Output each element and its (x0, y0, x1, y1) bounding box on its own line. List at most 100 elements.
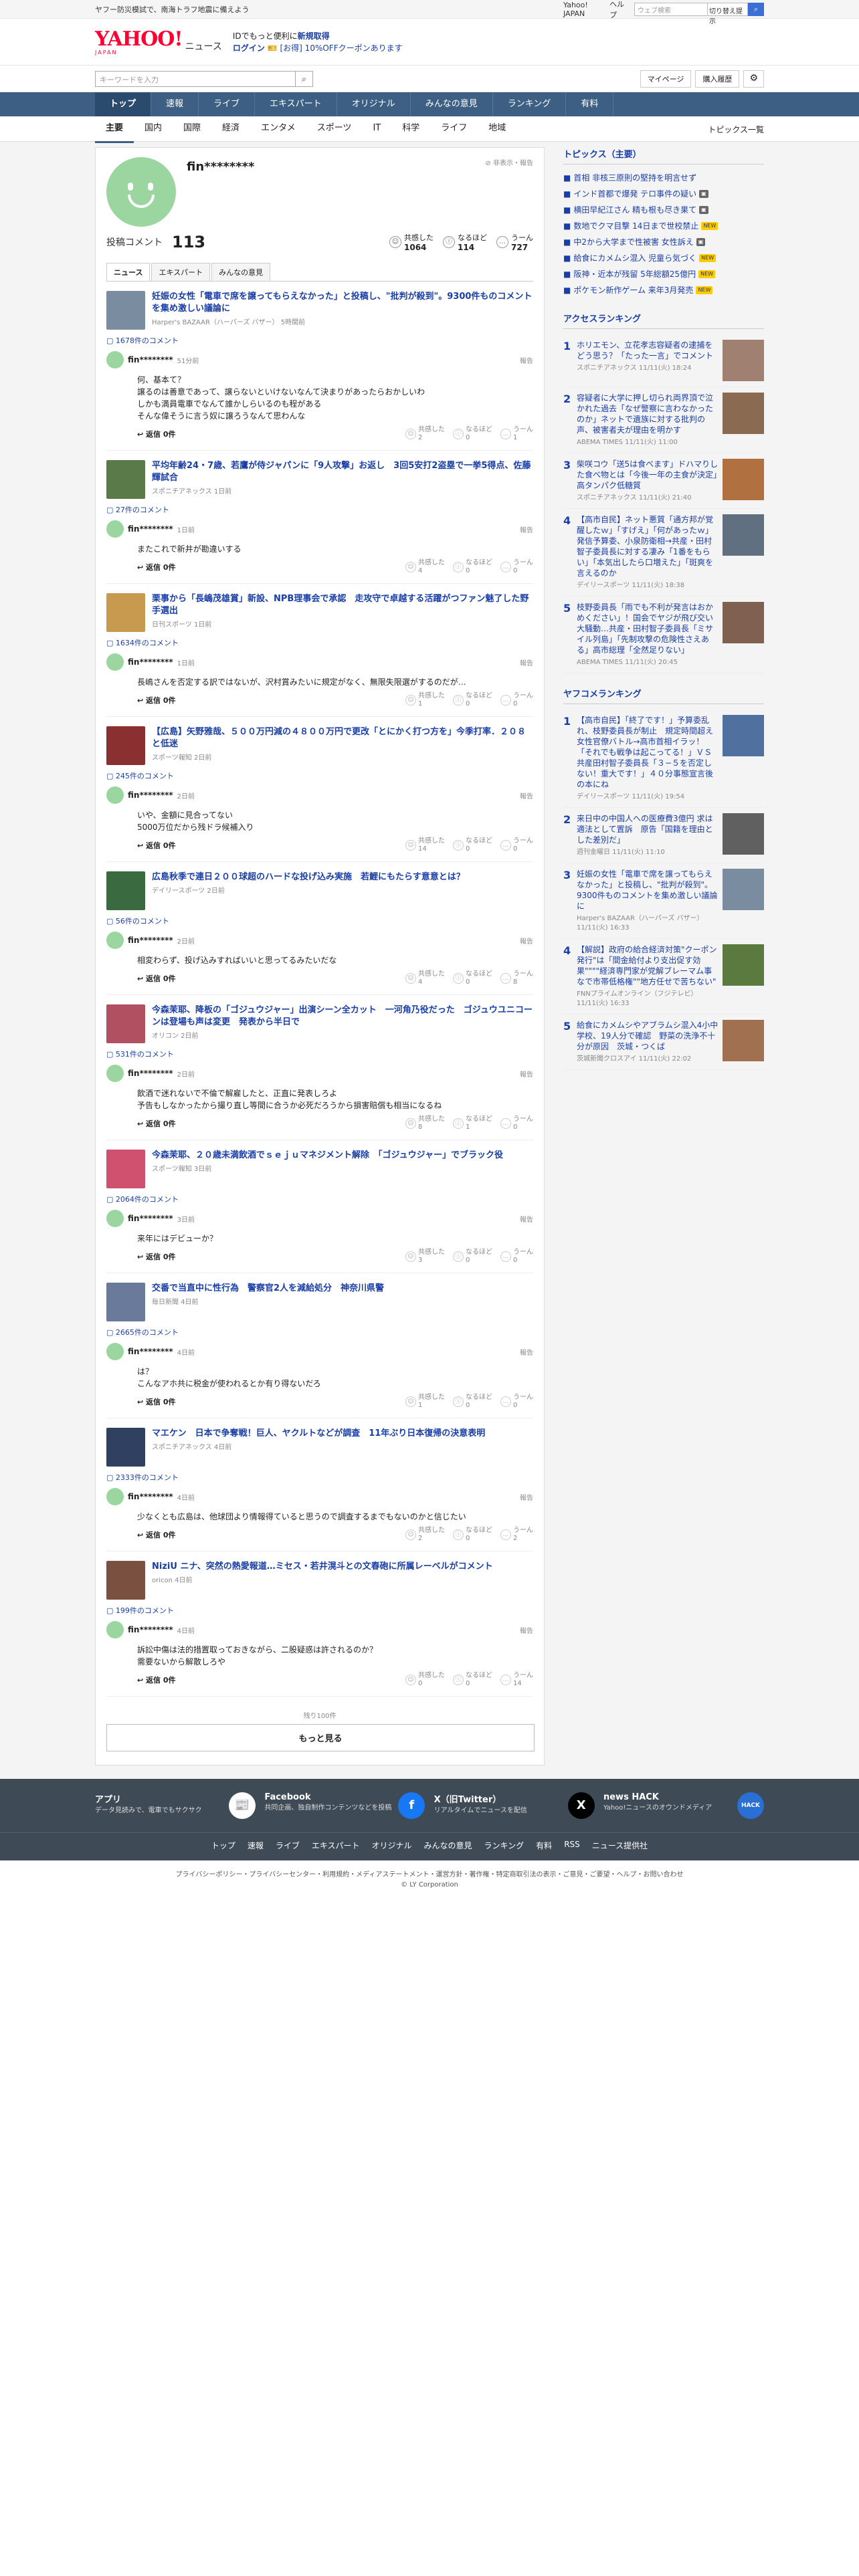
ranking-item[interactable]: 4 【解説】政府の給合経済対策"クーポン発行"は「間金給付より支出促す効果""""… (563, 939, 764, 1014)
article-head[interactable]: 妊娠の女性「電車で席を譲ってもらえなかった」と投稿し、"批判が殺到"。9300件… (106, 291, 533, 330)
ranking-item[interactable]: 5 枝野委員長「雨でも不利が発言はおかめください」！国会でヤジが飛び交い大騒動…共… (563, 597, 764, 673)
footer-nav-item[interactable]: RSS (564, 1840, 580, 1851)
help-link[interactable]: ヘルプ (609, 0, 628, 20)
ranking-item[interactable]: 3 柴咲コウ「送5は食べます」ドハマりした食べ物とは「今後一年の主食が決定」高タン… (563, 453, 764, 509)
report-button[interactable]: 報告 (520, 1492, 533, 1502)
reaction-button[interactable]: … うーん 1 (500, 426, 533, 442)
comment-count-link[interactable]: ▢ 245件のコメント (106, 770, 533, 781)
article-head[interactable]: 今森茉耶、２０歳未満飲酒でｓｅｊｕマネジメント解除 「ゴジュウジャー」でブラック… (106, 1150, 533, 1188)
article-head[interactable]: 広島秋季で連日２００球超のハードな投げ込み実施 若鯉にもたらす意意とは？ デイリー… (106, 871, 533, 910)
article-thumbnail[interactable] (106, 1004, 145, 1043)
report-button[interactable]: 報告 (520, 657, 533, 667)
topic-item[interactable]: ■ インド首都で爆発 テロ事件の疑い ▣ (563, 186, 764, 202)
coupon-link[interactable]: [お得] 10%OFFクーポンあります (280, 43, 403, 53)
reaction-button[interactable]: ⓘ なるほど 0 (453, 1249, 492, 1265)
article-thumbnail[interactable] (106, 726, 145, 765)
footer-nav-item[interactable]: エキスパート (312, 1840, 360, 1851)
comment-user[interactable]: fin******** (128, 790, 173, 800)
article-thumbnail[interactable] (106, 1150, 145, 1188)
reaction-button[interactable]: ☺ 共感した 4 (405, 970, 445, 986)
comment-count-link[interactable]: ▢ 531件のコメント (106, 1049, 533, 1059)
ranking-item[interactable]: 1 【高市自民】「終了です！」予算委乱れ、枝野委員長が制止 規定時間超え女性官僚バ… (563, 710, 764, 808)
reaction-button[interactable]: … うーん 0 (500, 1394, 533, 1410)
comment-user[interactable]: fin******** (128, 657, 173, 667)
article-thumbnail[interactable] (106, 460, 145, 499)
reply-button[interactable]: ↩ 返信 0件 (137, 1529, 176, 1540)
comment-user[interactable]: fin******** (128, 1214, 173, 1223)
settings-button[interactable]: ⚙ (743, 70, 764, 88)
switch-suggest[interactable]: 切り替え提示 (708, 3, 748, 25)
article-thumbnail[interactable] (106, 1428, 145, 1467)
report-button[interactable]: 報告 (520, 1214, 533, 1224)
comment-count-link[interactable]: ▢ 199件のコメント (106, 1605, 533, 1616)
footer-app-link[interactable]: X（旧Twitter） リアルタイムでニュースを配信 X (434, 1792, 595, 1819)
subnav-item[interactable]: 国際 (173, 116, 211, 143)
topic-item[interactable]: ■ 中2から大学まで性被害 女性訴え ▣ (563, 234, 764, 250)
subnav-item[interactable]: ライフ (430, 116, 478, 143)
subnav-item[interactable]: 科学 (391, 116, 430, 143)
article-title[interactable]: 広島秋季で連日２００球超のハードな投げ込み実施 若鯉にもたらす意意とは？ (152, 871, 465, 883)
reaction-button[interactable]: … うーん 8 (500, 970, 533, 986)
comment-count-link[interactable]: ▢ 2064件のコメント (106, 1194, 533, 1204)
reply-button[interactable]: ↩ 返信 0件 (137, 840, 176, 851)
footer-app-link[interactable]: アプリ データ見読みで、電車でもサクサク 📰 (95, 1792, 256, 1819)
nav-item[interactable]: みんなの意見 (411, 92, 493, 116)
reaction-button[interactable]: ⓘ なるほど 0 (453, 970, 492, 986)
reaction-button[interactable]: ☺ 共感した 0 (405, 1672, 445, 1688)
subnav-item[interactable]: 地域 (478, 116, 516, 143)
article-head[interactable]: 【広島】矢野雅哉、５００万円減の４８００万円で更改「とにかく打つ方を」今季打率．… (106, 726, 533, 765)
yahoo-news-logo[interactable]: YAHOO! JAPAN ニュース (95, 29, 222, 56)
signup-link[interactable]: 新規取得 (298, 31, 330, 41)
reaction-button[interactable]: … うーん 0 (500, 837, 533, 853)
report-button[interactable]: 報告 (520, 1625, 533, 1635)
ranking-item[interactable]: 2 容疑者に大学に押し切られ両界頂で泣かれた過去「なぜ警察に言わなかったのか」ネッ… (563, 387, 764, 453)
ranking-item[interactable]: 4 【高市自民】ネット悪質「通方邦が覚醒したｗ」「すげえ」「何があったｗ」発信予算… (563, 509, 764, 597)
nav-item[interactable]: エキスパート (255, 92, 337, 116)
subnav-item[interactable]: エンタメ (250, 116, 306, 143)
article-thumbnail[interactable] (106, 593, 145, 632)
reaction-button[interactable]: ⓘ なるほど 0 (453, 559, 492, 575)
yahoo-japan-link[interactable]: Yahoo! JAPAN (563, 1, 603, 18)
subnav-item[interactable]: 経済 (211, 116, 250, 143)
comment-count-link[interactable]: ▢ 2665件のコメント (106, 1327, 533, 1337)
article-head[interactable]: マエケン 日本で争奪戦！巨人、ヤクルトなどが調査 11年ぶり日本復帰の決意表明ス… (106, 1428, 533, 1467)
reply-button[interactable]: ↩ 返信 0件 (137, 1251, 176, 1262)
reaction-button[interactable]: … うーん 0 (500, 1249, 533, 1265)
comment-user[interactable]: fin******** (128, 1347, 173, 1356)
topic-item[interactable]: ■ 首相 非核三原則の堅持を明言せず (563, 170, 764, 186)
hide-report-link[interactable]: ⊘ 非表示・報告 (485, 157, 533, 227)
article-thumbnail[interactable] (106, 871, 145, 910)
tab-item[interactable]: エキスパート (151, 263, 211, 281)
nav-item[interactable]: オリジナル (337, 92, 411, 116)
reaction-button[interactable]: … うーん 0 (500, 1115, 533, 1132)
reaction-button[interactable]: ☺ 共感した 2 (405, 426, 445, 442)
article-title[interactable]: 【広島】矢野雅哉、５００万円減の４８００万円で更改「とにかく打つ方を」今季打率．… (152, 726, 533, 750)
nav-item[interactable]: 有料 (566, 92, 614, 116)
reply-button[interactable]: ↩ 返信 0件 (137, 562, 176, 572)
nav-item[interactable]: 速報 (151, 92, 199, 116)
article-thumbnail[interactable] (106, 1283, 145, 1321)
footer-nav-item[interactable]: トップ (211, 1840, 235, 1851)
subnav-item[interactable]: IT (362, 116, 391, 143)
article-title[interactable]: 今森茉耶、降板の「ゴジュウジャー」出演シーン全カット 一河角乃役だった ゴジュウ… (152, 1004, 533, 1029)
mypage-button[interactable]: マイページ (640, 70, 692, 88)
topics-list-link[interactable]: トピックス一覧 (708, 124, 764, 135)
reply-button[interactable]: ↩ 返信 0件 (137, 1396, 176, 1407)
article-title[interactable]: 交番で当直中に性行為 警察官2人を減給処分 神奈川県警 (152, 1283, 384, 1295)
comment-user[interactable]: fin******** (128, 1492, 173, 1501)
footer-nav-item[interactable]: ニュース提供社 (592, 1840, 648, 1851)
footer-nav-item[interactable]: オリジナル (372, 1840, 412, 1851)
article-head[interactable]: 交番で当直中に性行為 警察官2人を減給処分 神奈川県警 毎日新聞 4日前 (106, 1283, 533, 1321)
reply-button[interactable]: ↩ 返信 0件 (137, 1675, 176, 1685)
history-button[interactable]: 購入履歴 (695, 70, 740, 88)
tab-item[interactable]: みんなの意見 (211, 263, 271, 281)
comment-count-link[interactable]: ▢ 1678件のコメント (106, 335, 533, 346)
web-search-input[interactable]: ウェブ検索 (634, 3, 708, 16)
comment-count-link[interactable]: ▢ 27件のコメント (106, 504, 533, 515)
article-head[interactable]: 栗事から「長嶋茂雄賞」新設、NPB理事会で承認 走攻守で卓越する活躍がつファン魅… (106, 593, 533, 632)
report-button[interactable]: 報告 (520, 790, 533, 800)
topic-item[interactable]: ■ 横田早紀江さん 精も根も尽き果て ▣ (563, 202, 764, 218)
nav-item[interactable]: トップ (95, 92, 152, 116)
reply-button[interactable]: ↩ 返信 0件 (137, 429, 176, 439)
reaction-button[interactable]: ⓘ なるほど 0 (453, 1672, 492, 1688)
